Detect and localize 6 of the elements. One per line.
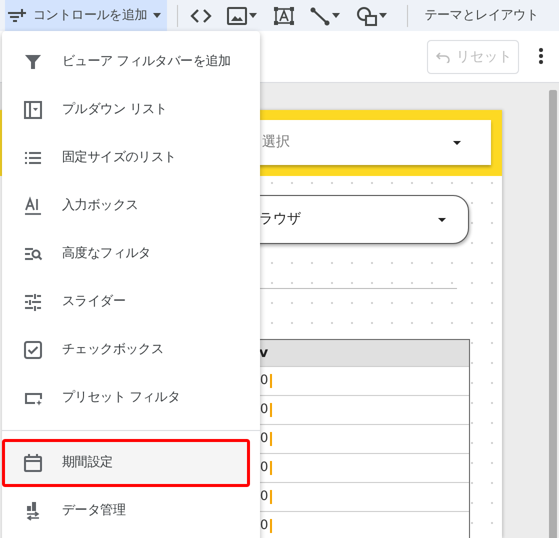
table-cell-text: 0: [260, 430, 268, 448]
table-cell-text: 0: [260, 459, 268, 478]
table-cell-text: 0: [260, 372, 268, 390]
table-cell-text: 0: [260, 401, 268, 420]
table-cell-text: 0: [260, 517, 268, 536]
table-cell-text: 0: [260, 488, 268, 506]
